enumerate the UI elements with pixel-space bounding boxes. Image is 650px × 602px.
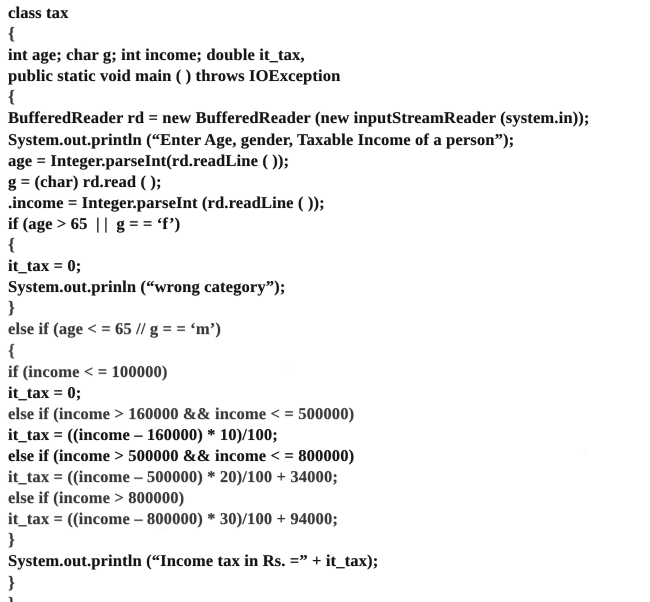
code-line: } <box>8 529 16 550</box>
code-line: } <box>8 297 16 318</box>
code-line: else if (income > 800000) <box>8 488 185 508</box>
code-line: System.out.prinln (“wrong category”); <box>8 277 286 297</box>
code-line: else if (income > 160000 && income < = 5… <box>8 403 355 423</box>
code-line: { <box>8 339 16 360</box>
code-listing: class tax{int age; char g; int income; d… <box>8 2 648 602</box>
code-line: { <box>8 234 16 255</box>
code-line: class tax <box>8 3 69 22</box>
code-line: else if (income > 500000 && income < = 8… <box>8 445 355 465</box>
code-line: public static void main ( ) throws IOExc… <box>8 66 341 86</box>
code-line: System.out.println (“Income tax in Rs. =… <box>8 551 379 571</box>
code-line: .income = Integer.parseInt (rd.readLine … <box>8 192 325 212</box>
code-line: it_tax = 0; <box>8 256 82 276</box>
code-line: it_tax = 0; <box>8 382 82 402</box>
code-line: { <box>8 86 16 107</box>
code-line: System.out.println (“Enter Age, gender, … <box>8 129 515 149</box>
code-line: } <box>8 593 648 602</box>
code-line: int age; char g; int income; double it_t… <box>8 45 305 65</box>
code-line: it_tax = ((income – 160000) * 10)/100; <box>8 424 278 444</box>
code-line: { <box>8 23 16 44</box>
code-line: age = Integer.parseInt(rd.readLine ( )); <box>8 150 290 170</box>
code-line: it_tax = ((income – 500000) * 20)/100 + … <box>8 467 338 487</box>
code-line: else if (age < = 65 // g = = ‘m’) <box>8 319 222 339</box>
code-line: if (age > 65 | | g = = ‘f’) <box>8 213 181 233</box>
code-line: if (income < = 100000) <box>8 361 168 381</box>
code-line: BufferedReader rd = new BufferedReader (… <box>8 108 590 128</box>
code-line: } <box>8 571 16 592</box>
code-line: g = (char) rd.read ( ); <box>8 171 162 191</box>
scanned-page: class tax{int age; char g; int income; d… <box>0 0 650 602</box>
code-line: it_tax = ((income – 800000) * 30)/100 + … <box>8 509 338 529</box>
